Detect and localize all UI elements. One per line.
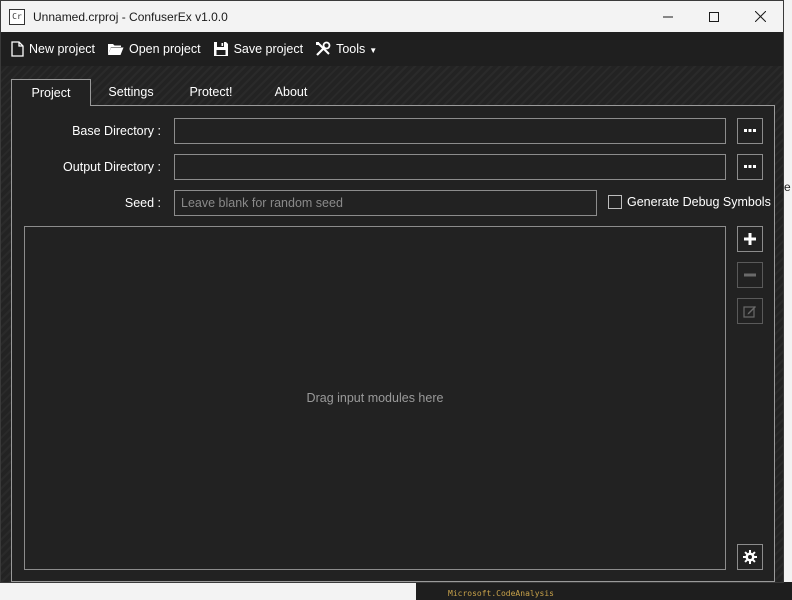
edit-icon [743, 306, 756, 318]
background-peek-text: e [784, 180, 791, 194]
module-settings-button[interactable] [737, 544, 763, 570]
seed-input[interactable]: Leave blank for random seed [174, 190, 597, 216]
base-directory-field[interactable] [174, 118, 726, 144]
new-file-icon [11, 41, 24, 57]
background-app-bottom: Microsoft.CodeAnalysis [0, 582, 792, 600]
window-title: Unnamed.crproj - ConfuserEx v1.0.0 [33, 9, 228, 24]
minimize-button[interactable] [645, 1, 691, 32]
tab-project[interactable]: Project [11, 79, 91, 106]
confuserex-window: Cr Unnamed.crproj - ConfuserEx v1.0.0 Ne… [0, 0, 784, 583]
tools-icon [316, 41, 331, 56]
main-area: Project Settings Protect! About Base Dir… [1, 66, 783, 582]
background-editor-strip: Microsoft.CodeAnalysis [416, 582, 792, 600]
output-directory-field[interactable] [174, 154, 726, 180]
gear-icon [743, 550, 757, 564]
title-bar[interactable]: Cr Unnamed.crproj - ConfuserEx v1.0.0 [1, 1, 783, 32]
tab-strip: Project Settings Protect! About [11, 79, 331, 106]
app-icon: Cr [9, 8, 25, 25]
floppy-disk-icon [213, 42, 228, 56]
close-button[interactable] [737, 1, 783, 32]
debug-symbols-label[interactable]: Generate Debug Symbols [627, 195, 771, 209]
ellipsis-icon [744, 165, 756, 168]
drop-hint-text: Drag input modules here [306, 391, 444, 405]
tab-about[interactable]: About [251, 79, 331, 105]
save-project-button[interactable]: Save project [213, 41, 303, 57]
tab-protect[interactable]: Protect! [171, 79, 251, 105]
new-project-label: New project [29, 42, 95, 56]
chevron-down-icon: ▼ [369, 46, 378, 55]
folder-open-icon [108, 44, 124, 55]
minus-icon [744, 273, 756, 277]
add-module-button[interactable] [737, 226, 763, 252]
base-directory-label: Base Directory : [72, 124, 161, 138]
seed-label: Seed : [124, 196, 161, 210]
background-namespace-text: Microsoft.CodeAnalysis [448, 589, 554, 598]
ellipsis-icon [744, 129, 756, 132]
save-project-label: Save project [233, 42, 304, 56]
remove-module-button[interactable] [737, 262, 763, 288]
maximize-button[interactable] [691, 1, 737, 32]
minimize-icon [663, 16, 673, 17]
input-modules-drop-area[interactable]: Drag input modules here [24, 226, 726, 570]
project-tab-panel: Base Directory : Output Directory : Seed… [11, 105, 775, 582]
window-controls [645, 1, 783, 32]
close-icon [754, 11, 766, 22]
toolbar: New project Open project Save project To… [1, 32, 783, 66]
plus-icon [744, 233, 756, 245]
output-directory-browse-button[interactable] [737, 154, 763, 180]
open-project-label: Open project [129, 42, 201, 56]
background-app-right: e [784, 0, 792, 600]
new-project-button[interactable]: New project [11, 41, 95, 57]
maximize-icon [709, 11, 719, 22]
open-project-button[interactable]: Open project [107, 42, 201, 56]
base-directory-browse-button[interactable] [737, 118, 763, 144]
edit-module-button[interactable] [737, 298, 763, 324]
debug-symbols-checkbox[interactable] [608, 195, 622, 209]
tools-label: Tools [336, 42, 366, 56]
output-directory-label: Output Directory : [63, 160, 161, 174]
tab-settings[interactable]: Settings [91, 79, 171, 105]
tools-menu-button[interactable]: Tools ▼ [315, 41, 377, 57]
